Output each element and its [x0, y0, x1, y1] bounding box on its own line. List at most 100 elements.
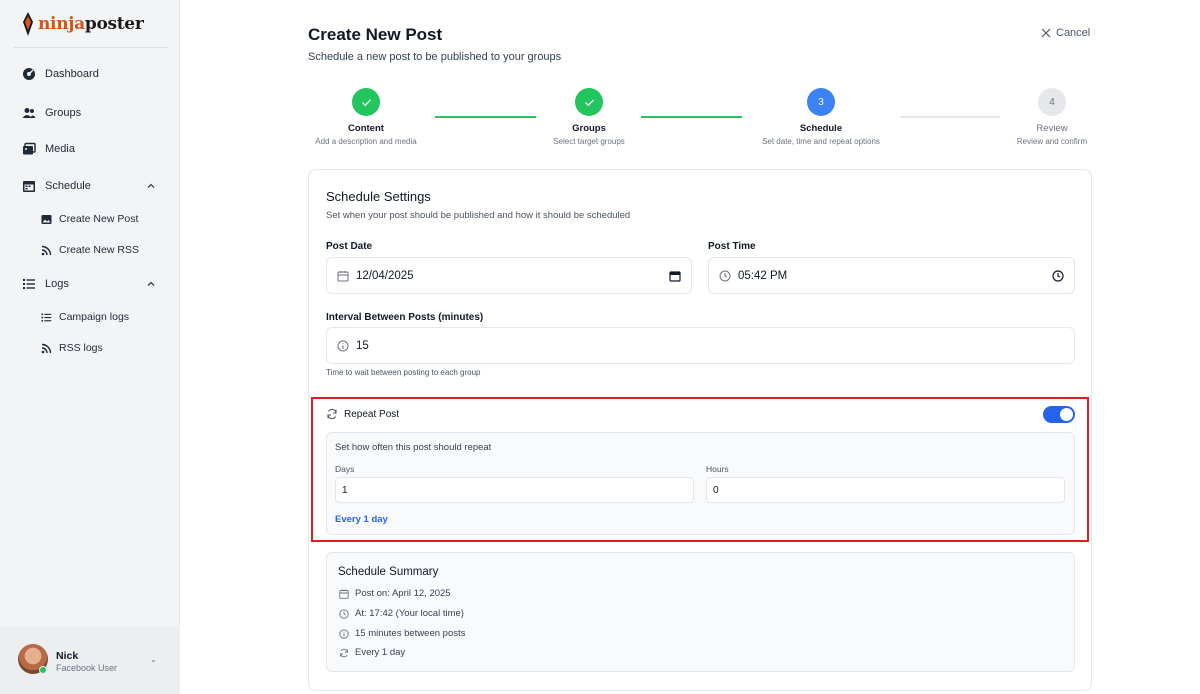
step-3-number: 3	[818, 96, 824, 108]
interval-input[interactable]: 15	[326, 327, 1075, 364]
repeat-description: Set how often this post should repeat	[335, 442, 492, 453]
summary-row-date: Post on: April 12, 2025	[339, 588, 451, 599]
schedule-settings-title: Schedule Settings	[326, 189, 431, 204]
step-1-description: Add a description and media	[315, 137, 417, 146]
post-time-input[interactable]: 05:42 PM	[708, 257, 1075, 294]
user-name: Nick	[56, 650, 79, 662]
summary-row-text: At: 17:42 (Your local time)	[355, 608, 464, 619]
cancel-button[interactable]: Cancel	[1041, 27, 1090, 39]
clock-icon	[339, 608, 349, 619]
check-icon	[584, 98, 594, 106]
step-4-circle[interactable]: 4	[1038, 88, 1066, 116]
chevron-up-icon[interactable]	[146, 181, 156, 191]
summary-row-text: Every 1 day	[355, 647, 406, 658]
step-connector	[435, 116, 536, 118]
post-date-label: Post Date	[326, 241, 373, 252]
hours-value: 0	[713, 484, 719, 496]
brand-logo[interactable]: ninjaposter	[22, 12, 144, 36]
clock-icon	[719, 270, 731, 281]
rss-icon	[41, 245, 52, 255]
step-4-title: Review	[1036, 123, 1068, 134]
sidebar-item-label: Media	[45, 143, 75, 155]
summary-row-interval: 15 minutes between posts	[339, 628, 465, 639]
calendar-icon	[339, 589, 349, 599]
calendar-icon	[23, 181, 35, 192]
repeat-post-toggle[interactable]	[1043, 406, 1075, 423]
step-2-description: Select target groups	[553, 137, 625, 146]
ninja-logo-icon	[23, 12, 33, 36]
days-input[interactable]: 1	[335, 477, 694, 503]
list-icon	[41, 313, 52, 321]
summary-row-time: At: 17:42 (Your local time)	[339, 608, 464, 619]
sidebar-subitem-create-new-rss[interactable]: Create New RSS	[41, 244, 139, 256]
step-3-title: Schedule	[799, 123, 843, 134]
step-2-title: Groups	[572, 123, 606, 134]
sidebar-subitem-create-new-post[interactable]: Create New Post	[41, 213, 138, 225]
sidebar-subitem-label: Create New Post	[59, 213, 139, 225]
post-date-input[interactable]: 12/04/2025	[326, 257, 692, 294]
sidebar: ninjaposter Dashboard Groups Media Sched…	[0, 0, 180, 694]
summary-row-repeat: Every 1 day	[339, 647, 405, 658]
step-3-description: Set date, time and repeat options	[762, 137, 880, 146]
sidebar-subitem-rss-logs[interactable]: RSS logs	[41, 342, 103, 354]
sidebar-item-label: Logs	[45, 278, 69, 290]
interval-label: Interval Between Posts (minutes)	[326, 312, 484, 323]
sidebar-item-media[interactable]: Media	[22, 142, 75, 156]
schedule-summary-title: Schedule Summary	[338, 566, 439, 578]
calendar-icon	[337, 270, 349, 281]
schedule-settings-subtitle: Set when your post should be published a…	[326, 210, 631, 221]
step-3-circle[interactable]: 3	[807, 88, 835, 116]
calendar-picker-icon[interactable]	[669, 270, 681, 282]
repeat-icon	[340, 648, 348, 657]
image-icon	[41, 214, 52, 224]
sidebar-item-label: Dashboard	[45, 68, 99, 80]
days-label: Days	[335, 464, 355, 474]
days-value: 1	[342, 484, 348, 496]
info-icon	[337, 340, 349, 351]
user-role: Facebook User	[56, 663, 118, 673]
cancel-label: Cancel	[1056, 27, 1091, 39]
sidebar-item-schedule[interactable]: Schedule	[22, 179, 91, 193]
interval-value: 15	[356, 339, 369, 352]
user-profile[interactable]: Nick Facebook User ⌄	[0, 626, 180, 694]
step-connector	[900, 116, 1000, 118]
interval-help-text: Time to wait between posting to each gro…	[326, 368, 481, 377]
close-icon	[1041, 28, 1051, 38]
sidebar-item-label: Schedule	[45, 180, 91, 192]
repeat-post-label: Repeat Post	[326, 408, 399, 420]
sidebar-subitem-label: RSS logs	[59, 342, 103, 354]
sidebar-item-logs[interactable]: Logs	[22, 277, 69, 291]
logo-text: ninjaposter	[38, 14, 144, 34]
sidebar-item-dashboard[interactable]: Dashboard	[22, 67, 99, 81]
users-icon	[22, 108, 36, 118]
post-time-label: Post Time	[708, 241, 756, 252]
summary-row-text: 15 minutes between posts	[355, 628, 466, 639]
page-subtitle: Schedule a new post to be published to y…	[308, 51, 562, 63]
sidebar-subitem-label: Create New RSS	[59, 244, 139, 256]
step-2-circle[interactable]	[575, 88, 603, 116]
hours-input[interactable]: 0	[706, 477, 1065, 503]
toggle-knob	[1060, 408, 1073, 421]
repeat-summary-text: Every 1 day	[335, 514, 388, 525]
media-icon	[23, 142, 36, 155]
chevron-up-icon[interactable]	[146, 279, 156, 289]
sidebar-subitem-campaign-logs[interactable]: Campaign logs	[41, 311, 129, 323]
repeat-icon	[327, 408, 337, 420]
sidebar-item-groups[interactable]: Groups	[22, 106, 81, 120]
page-title: Create New Post	[308, 25, 443, 44]
step-1-circle[interactable]	[352, 88, 380, 116]
user-menu-caret-icon[interactable]: ⌄	[150, 655, 157, 664]
sidebar-item-label: Groups	[45, 107, 82, 119]
step-connector	[641, 116, 742, 118]
online-status-dot	[39, 666, 47, 674]
logo-divider	[14, 47, 168, 48]
post-time-value: 05:42 PM	[738, 269, 788, 282]
step-4-number: 4	[1049, 96, 1055, 108]
repeat-post-text: Repeat Post	[344, 408, 400, 420]
step-1-title: Content	[348, 123, 384, 134]
post-date-value: 12/04/2025	[356, 269, 414, 282]
summary-row-text: Post on: April 12, 2025	[355, 588, 451, 599]
time-picker-icon[interactable]	[1052, 270, 1064, 282]
list-icon	[23, 279, 35, 289]
sidebar-subitem-label: Campaign logs	[59, 311, 130, 323]
